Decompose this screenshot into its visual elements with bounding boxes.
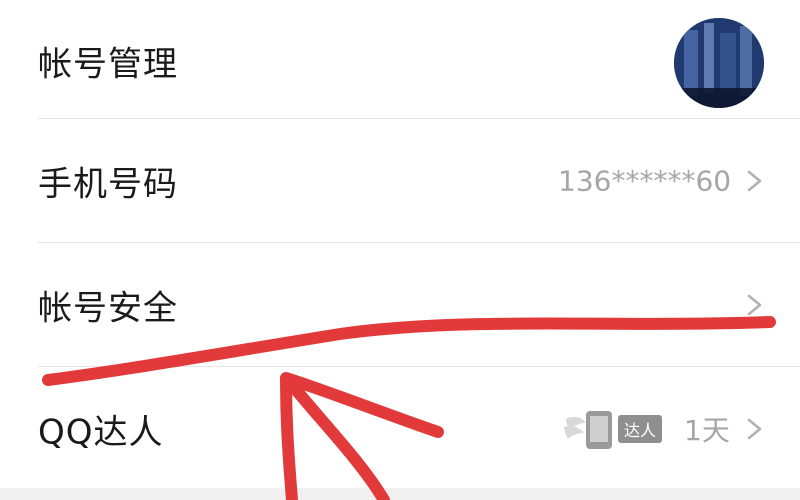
row-account-security[interactable]: 帐号安全 — [0, 244, 800, 366]
avatar-image — [674, 18, 764, 108]
account-management-label: 帐号管理 — [38, 44, 178, 85]
qq-daren-label: QQ达人 — [38, 412, 164, 453]
qq-daren-badge-label: 达人 — [618, 415, 663, 443]
phone-number-value: 136******60 — [558, 164, 732, 198]
row-phone-number[interactable]: 手机号码 136******60 — [0, 120, 800, 242]
chevron-right-icon — [747, 170, 762, 192]
qq-daren-days-value: 1天 — [684, 414, 730, 447]
chevron-right-icon — [747, 418, 762, 440]
account-security-label: 帐号安全 — [38, 288, 178, 329]
row-qq-daren[interactable]: QQ达人 达人 1天 — [0, 368, 800, 490]
divider — [38, 242, 800, 243]
phone-number-label: 手机号码 — [38, 164, 178, 205]
avatar[interactable] — [674, 18, 764, 108]
chevron-right-icon — [747, 294, 762, 316]
divider — [38, 366, 800, 367]
divider — [38, 118, 800, 119]
settings-list: 帐号管理 手机号码 136******60 帐号安全 QQ达人 达人 1天 — [0, 0, 800, 500]
row-account-management[interactable]: 帐号管理 — [0, 0, 800, 122]
bottom-bar — [0, 488, 800, 500]
